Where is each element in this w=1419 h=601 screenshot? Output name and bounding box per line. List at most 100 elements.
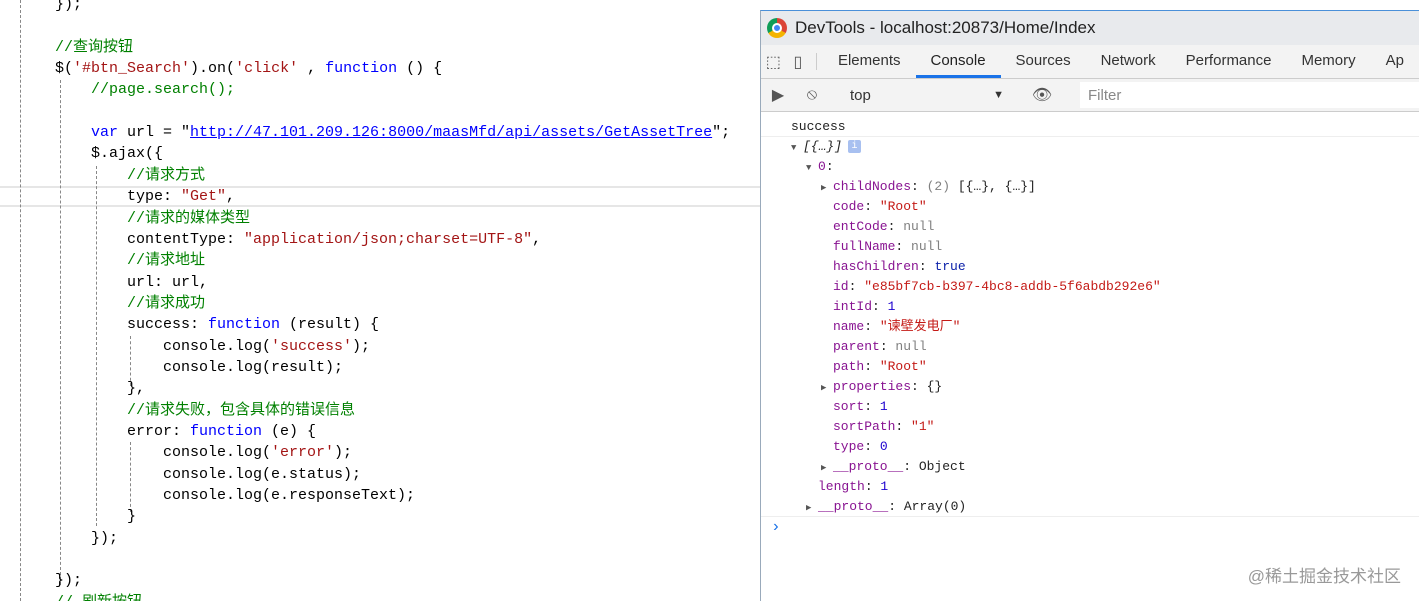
code-token: }); [55, 0, 83, 13]
console-token: (2) [926, 179, 951, 194]
collapsed-triangle-icon[interactable]: ▶ [821, 378, 833, 398]
devtools-tab-bar: ⬚ ▯ Elements Console Sources Network Per… [761, 45, 1419, 79]
tab-performance[interactable]: Performance [1171, 45, 1287, 78]
window-title: DevTools - localhost:20873/Home/Index [795, 18, 1096, 37]
code-token: console.log(result); [163, 358, 344, 376]
code-token: // 刷新按钮 [55, 594, 142, 601]
inspect-element-icon[interactable]: ⬚ [761, 45, 786, 78]
console-token: 1 [887, 299, 896, 314]
console-token: : [864, 479, 881, 494]
expanded-triangle-icon[interactable]: ▼ [791, 138, 803, 158]
console-token: hasChildren [833, 259, 919, 274]
code-token: url = " [118, 124, 191, 142]
code-line: type: "Get", [127, 186, 235, 207]
tab-sources[interactable]: Sources [1001, 45, 1086, 78]
tab-application[interactable]: Ap [1371, 45, 1419, 78]
console-token: : [864, 399, 880, 414]
console-token: "Root" [879, 359, 927, 374]
console-token: : [864, 319, 880, 334]
console-token: entCode [833, 219, 888, 234]
context-value: top [850, 86, 871, 104]
expanded-triangle-icon[interactable]: ▼ [806, 158, 818, 178]
console-token: true [934, 259, 966, 274]
console-token: sort [833, 399, 865, 414]
code-token: , [532, 230, 542, 248]
console-token: success [791, 119, 846, 134]
console-prompt[interactable]: › [761, 517, 1419, 537]
clear-console-icon[interactable]: ⦸ [795, 86, 829, 104]
console-entry[interactable]: ▶ __proto__: Object [761, 457, 1419, 477]
code-token: }); [91, 529, 119, 547]
console-token: : Object [903, 459, 966, 474]
code-token: type: [127, 188, 182, 206]
console-token: code [833, 199, 865, 214]
code-line: } [127, 506, 136, 527]
code-line: }); [55, 570, 82, 591]
code-token: //请求地址 [127, 252, 206, 270]
console-entry[interactable]: ▼ 0: [761, 157, 1419, 177]
console-token: intId [833, 299, 873, 314]
code-token: $.ajax({ [91, 145, 164, 163]
console-entry: parent: null [761, 337, 1419, 357]
code-token: console.log( [163, 444, 272, 462]
console-token: "谏壁发电厂" [879, 319, 961, 334]
console-token: [{…}, {…}] [950, 179, 1036, 194]
console-token: name [833, 319, 865, 334]
dropdown-arrow-icon: ▼ [993, 89, 1004, 101]
collapsed-triangle-icon[interactable]: ▶ [821, 458, 833, 478]
console-token: : [864, 439, 880, 454]
code-line: //查询按钮 [55, 37, 133, 58]
code-line: $('#btn_Search').on('click' , function (… [55, 58, 442, 79]
device-toolbar-icon[interactable]: ▯ [786, 45, 811, 78]
console-entry[interactable]: ▶ __proto__: Array(0) [761, 497, 1419, 517]
show-sidebar-icon[interactable]: ▶ [761, 85, 795, 105]
code-token: success: [127, 316, 209, 334]
console-token: null [895, 339, 927, 354]
console-token: fullName [833, 239, 896, 254]
console-token: : Array(0) [888, 499, 967, 514]
code-line: //请求成功 [127, 293, 205, 314]
code-line: }); [91, 528, 118, 549]
chrome-logo-icon [767, 18, 787, 38]
console-token: "e85bf7cb-b397-4bc8-addb-5f6abdb292e6" [864, 279, 1161, 294]
tab-network[interactable]: Network [1086, 45, 1171, 78]
console-entry[interactable]: ▼ [{…}] i [761, 137, 1419, 157]
code-url-link[interactable]: http://47.101.209.126:8000/maasMfd/api/a… [190, 124, 712, 141]
console-token: id [833, 279, 849, 294]
filter-input[interactable]: Filter [1080, 82, 1419, 108]
info-icon[interactable]: i [848, 140, 862, 154]
code-token: console.log( [163, 337, 272, 355]
code-token: () { [397, 60, 443, 78]
current-line-highlight [0, 186, 760, 207]
code-token: 'click' [235, 60, 299, 78]
console-toolbar: ▶ ⦸ top ▼ 👁 Filter [761, 79, 1419, 112]
live-expression-eye-icon[interactable]: 👁 [1025, 85, 1059, 105]
code-line: url: url, [127, 272, 208, 293]
code-line: contentType: "application/json;charset=U… [127, 229, 541, 250]
console-token: : [918, 259, 935, 274]
console-token: : [887, 219, 904, 234]
console-entry: entCode: null [761, 217, 1419, 237]
code-token: //请求失败，包含具体的错误信息 [127, 401, 356, 419]
tab-memory[interactable]: Memory [1286, 45, 1370, 78]
code-token: (result) { [280, 316, 380, 334]
console-entry: id: "e85bf7cb-b397-4bc8-addb-5f6abdb292e… [761, 277, 1419, 297]
collapsed-triangle-icon[interactable]: ▶ [821, 178, 833, 198]
code-token: "application/json;charset=UTF-8" [244, 230, 533, 248]
console-token: [{…}] [803, 139, 843, 154]
console-entry[interactable]: ▶ childNodes: (2) [{…}, {…}] [761, 177, 1419, 197]
code-token: ); [352, 337, 371, 355]
code-token: contentType: [127, 230, 245, 248]
code-token: $( [55, 60, 74, 78]
context-selector[interactable]: top ▼ [842, 87, 1012, 104]
collapsed-triangle-icon[interactable]: ▶ [806, 498, 818, 518]
console-entry[interactable]: ▶ properties: {} [761, 377, 1419, 397]
console-token: null [903, 219, 935, 234]
tab-elements[interactable]: Elements [823, 45, 916, 78]
code-token: "Get" [181, 188, 227, 206]
indent-guide [20, 0, 21, 601]
console-entry: intId: 1 [761, 297, 1419, 317]
code-editor[interactable]: }); //查询按钮 $('#btn_Search').on('click' , f… [0, 0, 760, 601]
code-token: //请求方式 [127, 166, 206, 184]
tab-console[interactable]: Console [915, 45, 1001, 78]
